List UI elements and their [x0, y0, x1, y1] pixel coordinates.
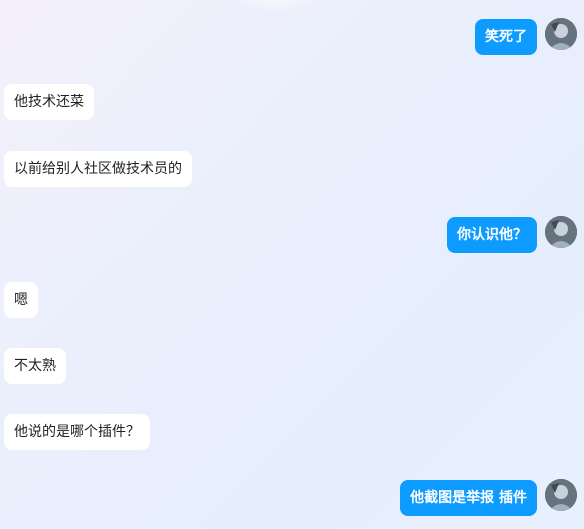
- message-bubble[interactable]: 他截图是举报 插件: [400, 480, 537, 516]
- user-avatar[interactable]: [545, 479, 577, 511]
- message-outgoing: 他截图是举报 插件: [0, 0, 584, 529]
